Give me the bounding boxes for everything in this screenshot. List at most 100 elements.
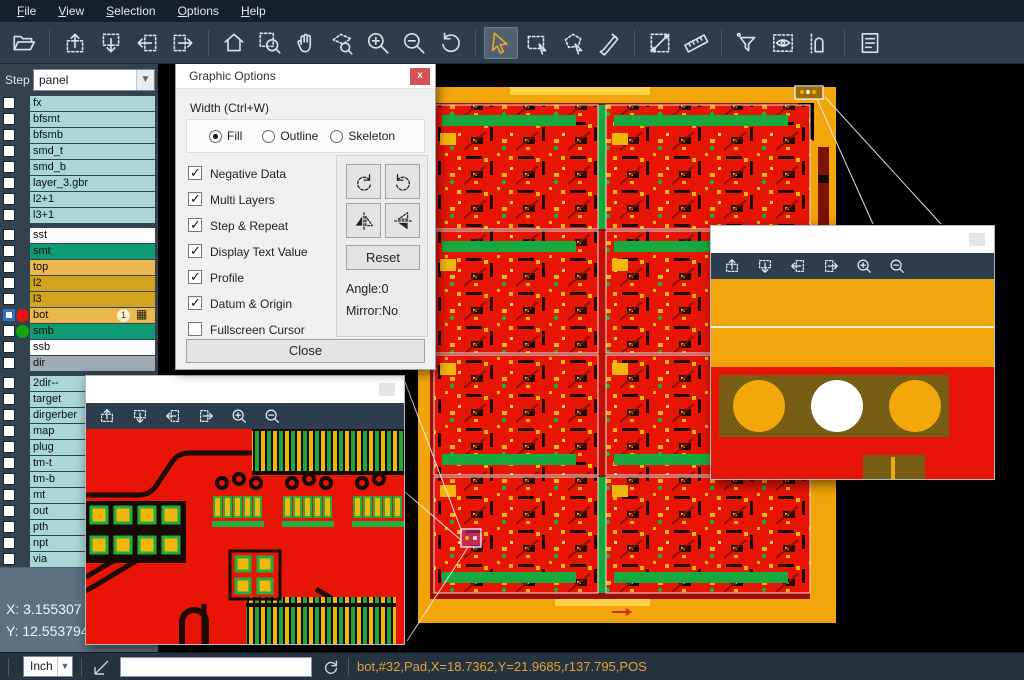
fill-mode-radio[interactable]: Outline — [262, 129, 318, 143]
close-icon[interactable]: x — [410, 68, 430, 85]
menu-item[interactable]: Options — [167, 0, 230, 22]
layer-name[interactable]: ssb — [30, 340, 155, 355]
layer-visibility-checkbox[interactable] — [3, 553, 15, 565]
angle-mode-icon[interactable] — [92, 657, 112, 677]
layer-visibility-checkbox[interactable] — [3, 261, 15, 273]
layer-name[interactable]: fx — [30, 96, 155, 111]
layer-visibility-checkbox[interactable] — [3, 393, 15, 405]
layer-name[interactable]: dir — [30, 356, 155, 371]
menu-item[interactable]: View — [47, 0, 95, 22]
zoom-in-icon[interactable] — [361, 27, 395, 59]
checkbox[interactable] — [188, 270, 202, 284]
layer-row[interactable]: smd_b — [0, 160, 158, 175]
page-down-icon[interactable] — [756, 257, 774, 275]
layer-visibility-checkbox[interactable] — [3, 521, 15, 533]
select-arrow-icon[interactable] — [484, 27, 518, 59]
layer-visibility-checkbox[interactable] — [3, 113, 15, 125]
layer-row[interactable]: l3 — [0, 292, 158, 307]
layer-row[interactable]: smt — [0, 244, 158, 259]
checkbox[interactable] — [188, 322, 202, 336]
radio-dot[interactable] — [209, 130, 222, 143]
layer-visibility-checkbox[interactable] — [3, 489, 15, 501]
checkbox[interactable] — [188, 296, 202, 310]
step-select[interactable]: panel ▼ — [33, 69, 155, 91]
view-options-icon[interactable] — [766, 27, 800, 59]
mirror-horizontal-button[interactable] — [346, 203, 381, 238]
page-right-icon[interactable] — [197, 407, 215, 425]
layer-visibility-checkbox[interactable] — [3, 161, 15, 173]
command-input[interactable] — [120, 657, 312, 677]
select-window-icon[interactable] — [520, 27, 554, 59]
layer-name[interactable]: bfsmb — [30, 128, 155, 143]
layer-name[interactable]: l3 — [30, 292, 155, 307]
radio-dot[interactable] — [330, 130, 343, 143]
magnifier-title-bar[interactable] — [711, 226, 994, 253]
layer-visibility-checkbox[interactable] — [3, 357, 15, 369]
layer-name[interactable]: l2 — [30, 276, 155, 291]
home-view-icon[interactable] — [217, 27, 251, 59]
page-up-icon[interactable] — [98, 407, 116, 425]
layer-name[interactable]: sst — [30, 228, 155, 243]
magnifier-title-bar[interactable] — [86, 376, 404, 403]
layer-visibility-checkbox[interactable] — [3, 425, 15, 437]
checkbox[interactable] — [188, 218, 202, 232]
checkbox[interactable] — [188, 192, 202, 206]
unit-select[interactable]: Inch ▼ — [23, 656, 73, 677]
layer-name[interactable]: top — [30, 260, 155, 275]
brush-icon[interactable] — [592, 27, 626, 59]
layer-visibility-checkbox[interactable] — [3, 341, 15, 353]
report-icon[interactable] — [853, 27, 887, 59]
zoom-in-icon[interactable] — [230, 407, 248, 425]
select-polygon-icon[interactable] — [556, 27, 590, 59]
layer-name[interactable]: smd_t — [30, 144, 155, 159]
layer-visibility-checkbox[interactable] — [3, 473, 15, 485]
page-left-icon[interactable] — [789, 257, 807, 275]
chevron-down-icon[interactable]: ▼ — [57, 657, 72, 676]
layer-row[interactable]: layer_3.gbr — [0, 176, 158, 191]
layer-visibility-checkbox[interactable] — [3, 277, 15, 289]
zoom-out-icon[interactable] — [888, 257, 906, 275]
zoom-out-icon[interactable] — [263, 407, 281, 425]
layer-visibility-checkbox[interactable] — [3, 97, 15, 109]
menu-item[interactable]: File — [6, 0, 47, 22]
chevron-down-icon[interactable]: ▼ — [136, 70, 154, 90]
layer-visibility-checkbox[interactable] — [3, 441, 15, 453]
layer-row[interactable]: sst — [0, 228, 158, 243]
fill-mode-radio[interactable]: Fill — [209, 129, 242, 143]
checkbox[interactable] — [188, 166, 202, 180]
page-left-icon[interactable] — [164, 407, 182, 425]
layer-visibility-checkbox[interactable] — [3, 409, 15, 421]
layer-visibility-checkbox[interactable] — [3, 229, 15, 241]
menu-item[interactable]: Selection — [95, 0, 166, 22]
rotate-ccw-button[interactable] — [385, 164, 420, 199]
fill-mode-radio[interactable]: Skeleton — [330, 129, 395, 143]
layer-name[interactable]: layer_3.gbr — [30, 176, 155, 191]
layer-visibility-checkbox[interactable] — [3, 457, 15, 469]
layer-row[interactable]: bfsmb — [0, 128, 158, 143]
open-file-icon[interactable] — [7, 27, 41, 59]
page-right-icon[interactable] — [166, 27, 200, 59]
layer-row[interactable]: fx — [0, 96, 158, 111]
checkbox[interactable] — [188, 244, 202, 258]
option-checkbox-row[interactable]: Multi Layers — [188, 188, 338, 214]
zoom-out-icon[interactable] — [397, 27, 431, 59]
window-button[interactable] — [969, 233, 985, 246]
layer-visibility-checkbox[interactable] — [3, 245, 15, 257]
window-button[interactable] — [379, 383, 395, 396]
option-checkbox-row[interactable]: Display Text Value — [188, 240, 338, 266]
snap-magnet-icon[interactable] — [802, 27, 836, 59]
layer-visibility-checkbox[interactable] — [3, 505, 15, 517]
layer-row[interactable]: bot — [0, 308, 158, 323]
layer-visibility-checkbox[interactable] — [3, 209, 15, 221]
option-checkbox-row[interactable]: Datum & Origin — [188, 292, 338, 318]
layer-visibility-checkbox[interactable] — [3, 309, 15, 321]
layer-row[interactable]: top — [0, 260, 158, 275]
option-checkbox-row[interactable]: Profile — [188, 266, 338, 292]
page-down-icon[interactable] — [131, 407, 149, 425]
layer-row[interactable]: dir — [0, 356, 158, 371]
option-checkbox-row[interactable]: Step & Repeat — [188, 214, 338, 240]
layer-visibility-checkbox[interactable] — [3, 129, 15, 141]
option-checkbox-row[interactable]: Negative Data — [188, 162, 338, 188]
page-left-icon[interactable] — [130, 27, 164, 59]
layer-visibility-checkbox[interactable] — [3, 377, 15, 389]
